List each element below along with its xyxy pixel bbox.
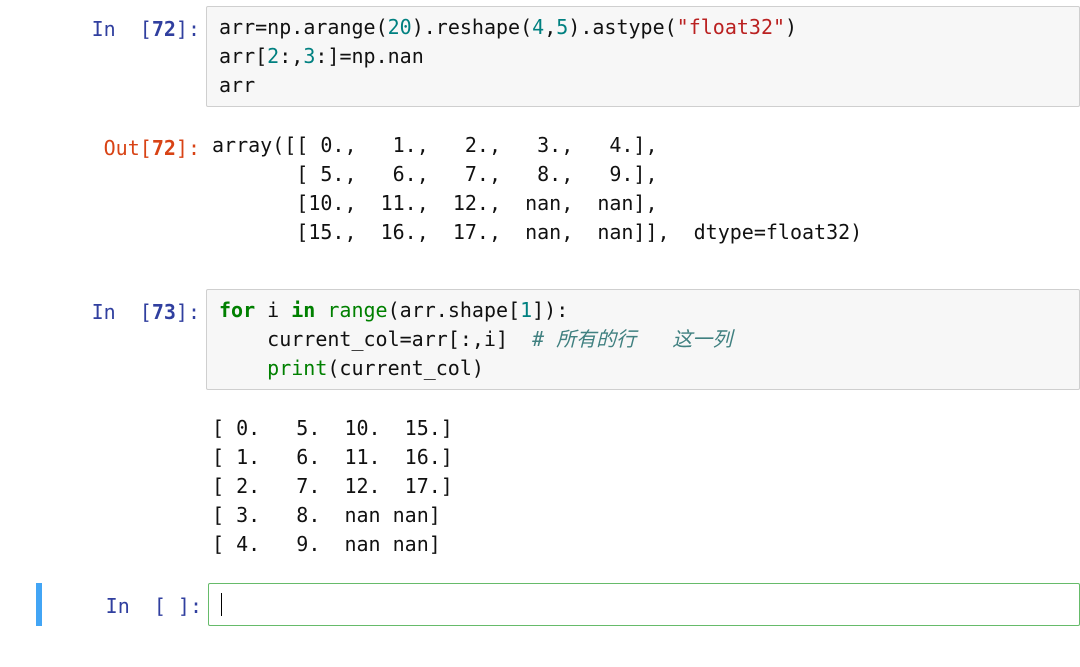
token: ( <box>520 15 532 39</box>
cell-72-output: Out[72]: array([[ 0., 1., 2., 3., 4.], [… <box>0 125 1080 253</box>
token: (current_col) <box>327 356 484 380</box>
token: reshape <box>436 15 520 39</box>
token-keyword: for <box>219 298 255 322</box>
prompt-number: 72 <box>152 136 176 160</box>
token-builtin: print <box>267 356 327 380</box>
token: i <box>255 298 291 322</box>
token: . <box>291 15 303 39</box>
token: arange <box>303 15 375 39</box>
token: np <box>267 15 291 39</box>
prompt-in-label: In [ <box>92 300 152 324</box>
token: = <box>339 44 351 68</box>
token-number: 2 <box>267 44 279 68</box>
cell-new-input[interactable]: In [ ]: <box>36 583 1080 626</box>
token: = <box>400 327 412 351</box>
token: nan <box>388 44 424 68</box>
text-cursor-icon <box>221 593 222 616</box>
prompt-in-label: In [ <box>92 17 152 41</box>
prompt-number: 72 <box>152 17 176 41</box>
prompt-close: ]: <box>176 136 200 160</box>
token: :] <box>315 44 339 68</box>
token: arr <box>219 44 255 68</box>
token: arr <box>219 15 255 39</box>
prompt-out-label: Out[ <box>104 136 152 160</box>
token: :, <box>279 44 303 68</box>
token: = <box>255 15 267 39</box>
token-builtin: range <box>327 298 387 322</box>
token: np <box>352 44 376 68</box>
output-text-72: array([[ 0., 1., 2., 3., 4.], [ 5., 6., … <box>206 125 1080 253</box>
prompt-close: ]: <box>176 17 200 41</box>
prompt-in-73: In [73]: <box>0 289 200 327</box>
token-string: "float32" <box>677 15 785 39</box>
token-keyword: in <box>291 298 315 322</box>
token <box>219 356 267 380</box>
code-area-new[interactable] <box>208 583 1080 626</box>
token-comment: # 所有的行 这一列 <box>532 327 732 351</box>
token-number: 3 <box>303 44 315 68</box>
token: ( <box>665 15 677 39</box>
spacer <box>0 253 1080 271</box>
token: (arr.shape[ <box>388 298 520 322</box>
token: , <box>544 15 556 39</box>
cell-72-input[interactable]: In [72]: arr=np.arange(20).reshape(4,5).… <box>0 6 1080 107</box>
spacer <box>0 565 1080 583</box>
token: ]): <box>532 298 568 322</box>
token-number: 20 <box>388 15 412 39</box>
prompt-empty <box>0 408 200 417</box>
token: astype <box>592 15 664 39</box>
token-number: 5 <box>556 15 568 39</box>
cell-73-input[interactable]: In [73]: for i in range(arr.shape[1]): c… <box>0 289 1080 390</box>
token: arr[:,i] <box>412 327 532 351</box>
token: arr <box>219 73 255 97</box>
token: ). <box>412 15 436 39</box>
token <box>315 298 327 322</box>
token-number: 1 <box>520 298 532 322</box>
spacer <box>0 390 1080 408</box>
token: . <box>376 44 388 68</box>
token: ( <box>376 15 388 39</box>
prompt-close: ]: <box>176 300 200 324</box>
spacer <box>0 107 1080 125</box>
code-area-72[interactable]: arr=np.arange(20).reshape(4,5).astype("f… <box>206 6 1080 107</box>
token: current_col <box>219 327 400 351</box>
spacer <box>0 271 1080 289</box>
prompt-in-72: In [72]: <box>0 6 200 44</box>
prompt-in-new: In [ ]: <box>42 583 202 621</box>
token: ). <box>568 15 592 39</box>
code-area-73[interactable]: for i in range(arr.shape[1]): current_co… <box>206 289 1080 390</box>
prompt-number: 73 <box>152 300 176 324</box>
output-text-73: [ 0. 5. 10. 15.] [ 1. 6. 11. 16.] [ 2. 7… <box>206 408 1080 565</box>
token: ) <box>785 15 797 39</box>
notebook-viewport: In [72]: arr=np.arange(20).reshape(4,5).… <box>0 0 1080 667</box>
token: [ <box>255 44 267 68</box>
cell-73-stdout: [ 0. 5. 10. 15.] [ 1. 6. 11. 16.] [ 2. 7… <box>0 408 1080 565</box>
prompt-in-label: In [ ]: <box>106 594 202 618</box>
prompt-out-72: Out[72]: <box>0 125 200 163</box>
token-number: 4 <box>532 15 544 39</box>
